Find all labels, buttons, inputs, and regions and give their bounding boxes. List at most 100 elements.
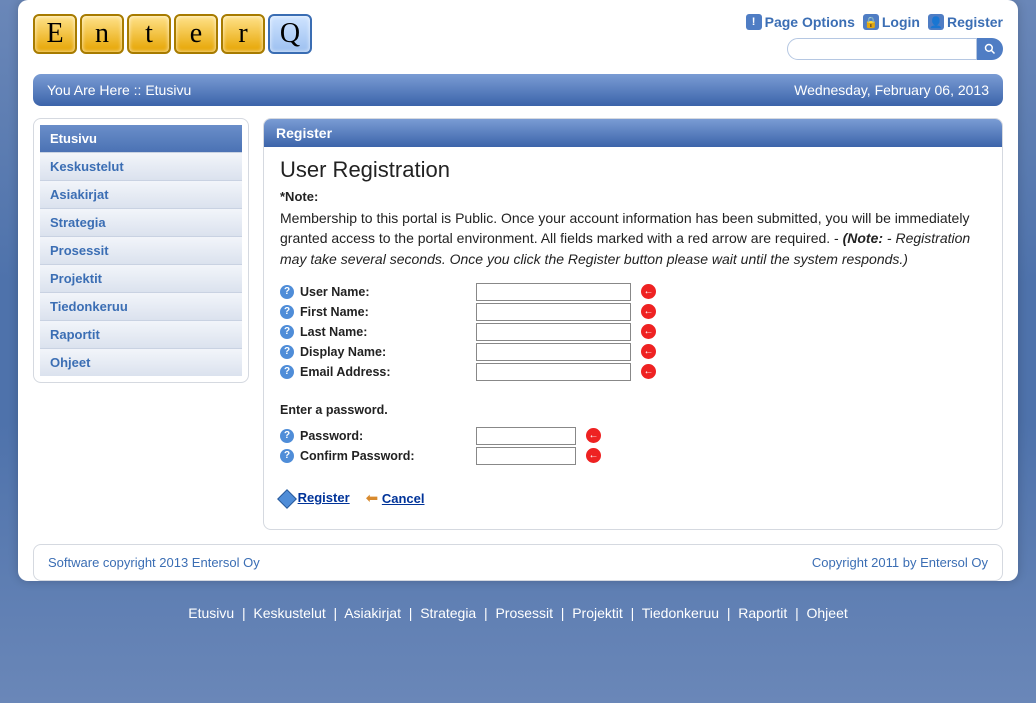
help-icon[interactable]: ? <box>280 345 294 359</box>
bottom-nav-projektit[interactable]: Projektit <box>572 605 623 621</box>
search-box <box>746 38 1003 60</box>
bottom-nav-prosessit[interactable]: Prosessit <box>495 605 553 621</box>
sidebar-item-strategia[interactable]: Strategia <box>40 209 242 237</box>
top-bar: EnterQ !Page Options 🔒Login 👤Register <box>33 10 1003 68</box>
required-icon: ← <box>586 448 601 463</box>
sidebar-item-keskustelut[interactable]: Keskustelut <box>40 153 242 181</box>
breadcrumb-current: Etusivu <box>145 82 191 98</box>
lock-icon: 🔒 <box>863 14 879 30</box>
password-fields: ? Password: ←? Confirm Password: ← <box>280 427 986 465</box>
required-icon: ← <box>641 364 656 379</box>
label-confirm-password: Confirm Password: <box>300 449 470 463</box>
bottom-nav-etusivu[interactable]: Etusivu <box>188 605 234 621</box>
panel-title: Register <box>264 119 1002 147</box>
top-right: !Page Options 🔒Login 👤Register <box>746 14 1003 60</box>
sidebar-item-raportit[interactable]: Raportit <box>40 321 242 349</box>
help-icon[interactable]: ? <box>280 325 294 339</box>
cancel-action: ⬅ Cancel <box>366 489 425 507</box>
logo-tile: t <box>127 14 171 54</box>
main-panel: Register User Registration *Note: Member… <box>263 118 1003 530</box>
form-row-last-name: ? Last Name: ← <box>280 323 986 341</box>
cancel-button[interactable]: Cancel <box>382 491 425 506</box>
search-button[interactable] <box>977 38 1003 60</box>
page-options-link[interactable]: !Page Options <box>746 14 855 30</box>
help-icon[interactable]: ? <box>280 305 294 319</box>
login-link[interactable]: 🔒Login <box>863 14 920 30</box>
user-name-input[interactable] <box>476 283 631 301</box>
form-row-display-name: ? Display Name: ← <box>280 343 986 361</box>
search-input[interactable] <box>787 38 977 60</box>
label-last-name: Last Name: <box>300 325 470 339</box>
panel-heading: User Registration <box>280 157 986 183</box>
required-icon: ← <box>641 324 656 339</box>
email-address-input[interactable] <box>476 363 631 381</box>
form-row-confirm-password: ? Confirm Password: ← <box>280 447 986 465</box>
logo-tile: e <box>174 14 218 54</box>
panel-body: User Registration *Note: Membership to t… <box>264 147 1002 529</box>
first-name-input[interactable] <box>476 303 631 321</box>
required-icon: ← <box>586 428 601 443</box>
footer-left: Software copyright 2013 Entersol Oy <box>48 555 260 570</box>
bottom-nav-strategia[interactable]: Strategia <box>420 605 476 621</box>
login-label: Login <box>882 14 920 30</box>
sidebar-item-prosessit[interactable]: Prosessit <box>40 237 242 265</box>
breadcrumb-bar: You Are Here :: Etusivu Wednesday, Febru… <box>33 74 1003 106</box>
bottom-nav-ohjeet[interactable]: Ohjeet <box>807 605 848 621</box>
last-name-input[interactable] <box>476 323 631 341</box>
diamond-icon <box>277 489 297 509</box>
confirm-password-input[interactable] <box>476 447 576 465</box>
register-button[interactable]: Register <box>298 490 350 505</box>
password-input[interactable] <box>476 427 576 445</box>
label-user-name: User Name: <box>300 285 470 299</box>
bottom-nav: Etusivu | Keskustelut | Asiakirjat | Str… <box>0 591 1036 643</box>
register-action: Register <box>280 490 350 506</box>
register-link[interactable]: 👤Register <box>928 14 1003 30</box>
help-icon[interactable]: ? <box>280 449 294 463</box>
register-label: Register <box>947 14 1003 30</box>
help-icon[interactable]: ? <box>280 365 294 379</box>
bottom-nav-tiedonkeruu[interactable]: Tiedonkeruu <box>642 605 719 621</box>
display-name-input[interactable] <box>476 343 631 361</box>
date-display: Wednesday, February 06, 2013 <box>794 82 989 98</box>
form-row-user-name: ?User Name:← <box>280 283 986 301</box>
password-section-label: Enter a password. <box>280 403 986 417</box>
form-actions: Register ⬅ Cancel <box>280 489 986 507</box>
help-icon[interactable]: ? <box>280 285 294 299</box>
label-display-name: Display Name: <box>300 345 470 359</box>
footer-right: Copyright 2011 by Entersol Oy <box>812 555 988 570</box>
logo-tile: Q <box>268 14 312 54</box>
bottom-nav-keskustelut[interactable]: Keskustelut <box>253 605 325 621</box>
sidebar-list: EtusivuKeskustelutAsiakirjatStrategiaPro… <box>40 125 242 376</box>
sidebar-item-ohjeet[interactable]: Ohjeet <box>40 349 242 376</box>
label-email-address: Email Address: <box>300 365 470 379</box>
body-row: EtusivuKeskustelutAsiakirjatStrategiaPro… <box>33 118 1003 530</box>
form-row-email-address: ? Email Address: ← <box>280 363 986 381</box>
sidebar: EtusivuKeskustelutAsiakirjatStrategiaPro… <box>33 118 249 383</box>
label-password: Password: <box>300 429 470 443</box>
footer: Software copyright 2013 Entersol Oy Copy… <box>33 544 1003 581</box>
registration-fields: ? User Name: ←? First Name: ←? Last Name: ←? Di… <box>280 283 986 381</box>
breadcrumb: You Are Here :: Etusivu <box>47 82 191 98</box>
bottom-nav-raportit[interactable]: Raportit <box>738 605 787 621</box>
page-options-label: Page Options <box>765 14 855 30</box>
sidebar-item-projektit[interactable]: Projektit <box>40 265 242 293</box>
sidebar-item-tiedonkeruu[interactable]: Tiedonkeruu <box>40 293 242 321</box>
bottom-nav-asiakirjat[interactable]: Asiakirjat <box>344 605 401 621</box>
required-icon: ← <box>641 344 656 359</box>
form-row-password: ? Password: ← <box>280 427 986 445</box>
note-bold: (Note: <box>843 230 883 246</box>
required-icon: ← <box>641 304 656 319</box>
label-first-name: First Name: <box>300 305 470 319</box>
breadcrumb-prefix: You Are Here :: <box>47 82 141 98</box>
logo-tile: E <box>33 14 77 54</box>
logo-tile: r <box>221 14 265 54</box>
sidebar-item-asiakirjat[interactable]: Asiakirjat <box>40 181 242 209</box>
help-icon[interactable]: ? <box>280 429 294 443</box>
top-links: !Page Options 🔒Login 👤Register <box>746 14 1003 30</box>
sidebar-item-etusivu[interactable]: Etusivu <box>40 125 242 153</box>
note-label: *Note: <box>280 189 986 204</box>
logo-tile: n <box>80 14 124 54</box>
form-row-first-name: ? First Name: ← <box>280 303 986 321</box>
app-container: EnterQ !Page Options 🔒Login 👤Register Yo… <box>18 0 1018 581</box>
cancel-arrow-icon: ⬅ <box>366 490 379 507</box>
